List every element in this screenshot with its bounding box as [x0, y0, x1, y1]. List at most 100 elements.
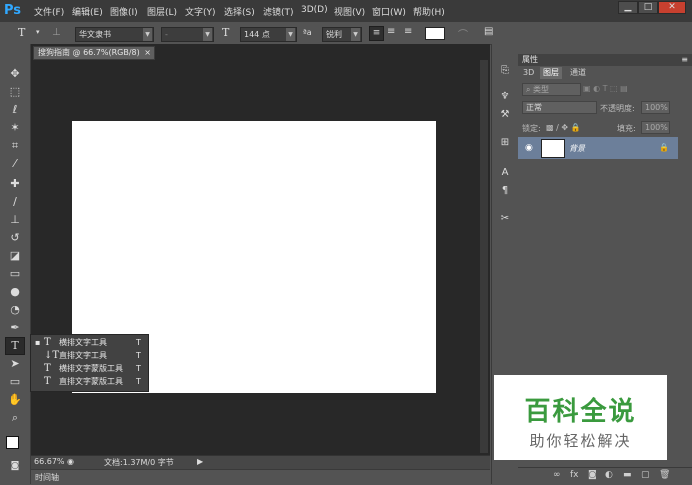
layer-name[interactable]: 背景 — [569, 143, 585, 154]
menu-window[interactable]: 窗口(W) — [372, 5, 406, 18]
menu-filter[interactable]: 滤镜(T) — [263, 5, 294, 18]
photoshop-logo: Ps — [4, 3, 22, 18]
font-family-select[interactable]: 华文隶书 ▼ — [75, 27, 154, 42]
move-icon[interactable]: ✥ — [6, 66, 24, 82]
options-bar: T ▾ ⊥ 华文隶书 ▼ - ▼ T 144 点 ▼ ªa 锐利 ▼ ≡ ≡ ≡… — [0, 22, 692, 45]
document-info: 文档:1.37M/0 字节 — [104, 458, 174, 467]
foreground-color-swatch[interactable] — [6, 436, 19, 449]
antialias-select[interactable]: 锐利 ▼ — [322, 27, 362, 42]
chevron-down-icon: ▼ — [351, 28, 360, 41]
tab-channels[interactable]: 通道 — [567, 67, 589, 79]
link-layers-icon[interactable]: ∞ — [553, 470, 561, 480]
tab-3d[interactable]: 3D — [520, 67, 537, 79]
zoom-level[interactable]: 66.67% — [34, 457, 65, 466]
opacity-field[interactable]: 100% — [641, 101, 670, 114]
quick-mask-icon[interactable]: ◙ — [6, 458, 24, 474]
watermark-title: 百科全说 — [524, 397, 637, 427]
history-brush-icon[interactable]: ↺ — [6, 230, 24, 246]
brush-presets-icon[interactable]: ♆ — [498, 90, 512, 104]
restore-button[interactable]: □ — [638, 1, 658, 14]
type-tool-preset-icon[interactable]: T — [18, 26, 25, 39]
hand-icon[interactable]: ✋ — [6, 392, 24, 408]
text-color-swatch[interactable] — [425, 27, 445, 40]
new-layer-icon[interactable]: ▢ — [641, 470, 650, 480]
history-panel-icon[interactable]: ⎘ — [498, 64, 512, 78]
tab-layers[interactable]: 图层 — [540, 67, 562, 79]
flyout-item-horizontal-type[interactable]: ▪ T 横排文字工具 T — [31, 336, 148, 349]
menu-edit[interactable]: 编辑(E) — [72, 5, 103, 18]
menu-layer[interactable]: 图层(L) — [147, 5, 177, 18]
character-icon[interactable]: A — [498, 166, 512, 180]
menu-help[interactable]: 帮助(H) — [413, 5, 445, 18]
menu-select[interactable]: 选择(S) — [224, 5, 255, 18]
magic-wand-icon[interactable]: ✶ — [6, 120, 24, 136]
path-selection-icon[interactable]: ➤ — [6, 356, 24, 372]
minimize-button[interactable]: ▁ — [618, 1, 638, 14]
close-button[interactable]: ✕ — [658, 1, 686, 14]
layer-filter-select[interactable]: ⌕ 类型 — [522, 83, 581, 96]
zoom-icon[interactable]: ⌕ — [6, 410, 24, 426]
align-right-icon[interactable]: ≡ — [404, 26, 412, 37]
document-tab[interactable]: 搜狗指南 @ 66.7%(RGB/8) × — [33, 46, 155, 60]
shape-icon[interactable]: ▭ — [6, 374, 24, 390]
align-center-icon[interactable]: ≡ — [387, 26, 395, 37]
font-size-select[interactable]: 144 点 ▼ — [240, 27, 297, 42]
timeline-bar[interactable]: 时间轴 — [31, 469, 490, 485]
filter-icons[interactable]: ▣ ◐ T ⬚ ▤ — [583, 84, 628, 93]
warp-text-icon[interactable]: ⌒ — [458, 26, 468, 41]
menu-view[interactable]: 视图(V) — [334, 5, 365, 18]
orientation-toggle-icon[interactable]: ⊥ — [52, 27, 61, 38]
panel-menu-icon[interactable]: ≡ — [681, 54, 688, 66]
flyout-item-horizontal-type-mask[interactable]: T 横排文字蒙版工具 T — [31, 362, 148, 375]
fill-field[interactable]: 100% — [641, 121, 670, 134]
type-icon[interactable]: T — [5, 337, 25, 355]
flyout-item-vertical-type[interactable]: ↓T 直排文字工具 T — [31, 349, 148, 362]
flyout-item-label: 直排文字工具 — [59, 351, 107, 360]
blend-mode-value: 正常 — [526, 103, 542, 112]
lock-icons[interactable]: ▩ ∕ ✥ 🔒 — [546, 123, 581, 132]
close-tab-icon[interactable]: × — [144, 47, 151, 59]
timeline-label: 时间轴 — [35, 473, 59, 482]
menu-type[interactable]: 文字(Y) — [185, 5, 216, 18]
vertical-scrollbar[interactable] — [480, 60, 488, 453]
dodge-icon[interactable]: ◔ — [6, 302, 24, 318]
font-family-value: 华文隶书 — [79, 30, 111, 39]
tool-presets-icon[interactable]: ⚒ — [498, 108, 512, 122]
flyout-item-vertical-type-mask[interactable]: T 直排文字蒙版工具 T — [31, 375, 148, 388]
delete-layer-icon[interactable]: 🗑 — [659, 470, 670, 480]
marquee-icon[interactable]: ⬚ — [6, 84, 24, 100]
menu-3d[interactable]: 3D(D) — [301, 5, 328, 15]
lasso-icon[interactable]: ℓ — [6, 102, 24, 118]
font-style-select[interactable]: - ▼ — [161, 27, 214, 42]
horizontal-type-icon: T — [44, 337, 51, 348]
flyout-item-label: 横排文字蒙版工具 — [59, 364, 123, 373]
layer-filter-value: 类型 — [533, 85, 550, 94]
eraser-icon[interactable]: ◪ — [6, 248, 24, 264]
gradient-icon[interactable]: ▭ — [6, 266, 24, 282]
new-group-icon[interactable]: ▬ — [623, 470, 632, 480]
align-left-icon[interactable]: ≡ — [369, 26, 384, 41]
character-panel-icon[interactable]: ▤ — [484, 26, 493, 37]
healing-brush-icon[interactable]: ✚ — [6, 176, 24, 192]
paragraph-icon[interactable]: ¶ — [498, 184, 512, 198]
vertical-type-icon: ↓T — [44, 350, 60, 361]
layer-style-icon[interactable]: fx — [570, 470, 579, 480]
blend-mode-select[interactable]: 正常 — [522, 101, 597, 114]
layer-thumbnail — [541, 139, 565, 158]
menu-file[interactable]: 文件(F) — [34, 5, 64, 18]
clone-source-icon[interactable]: ⊞ — [498, 136, 512, 150]
menu-image[interactable]: 图像(I) — [110, 5, 138, 18]
eyedropper-icon[interactable]: ⁄ — [6, 156, 24, 172]
adjustment-layer-icon[interactable]: ◐ — [605, 470, 613, 480]
brush-icon[interactable]: ∕ — [6, 194, 24, 210]
status-menu-arrow-icon[interactable]: ▶ — [197, 457, 203, 466]
blur-icon[interactable]: ● — [6, 284, 24, 300]
visibility-eye-icon[interactable]: ◉ — [525, 143, 533, 153]
pen-icon[interactable]: ✒ — [6, 320, 24, 336]
tools-settings-icon[interactable]: ✂ — [498, 212, 512, 226]
crop-icon[interactable]: ⌗ — [6, 138, 24, 154]
opacity-label: 不透明度: — [600, 104, 635, 113]
preset-dropdown-icon[interactable]: ▾ — [36, 28, 40, 36]
clone-stamp-icon[interactable]: ⊥ — [6, 212, 24, 228]
add-mask-icon[interactable]: ◙ — [588, 470, 597, 480]
